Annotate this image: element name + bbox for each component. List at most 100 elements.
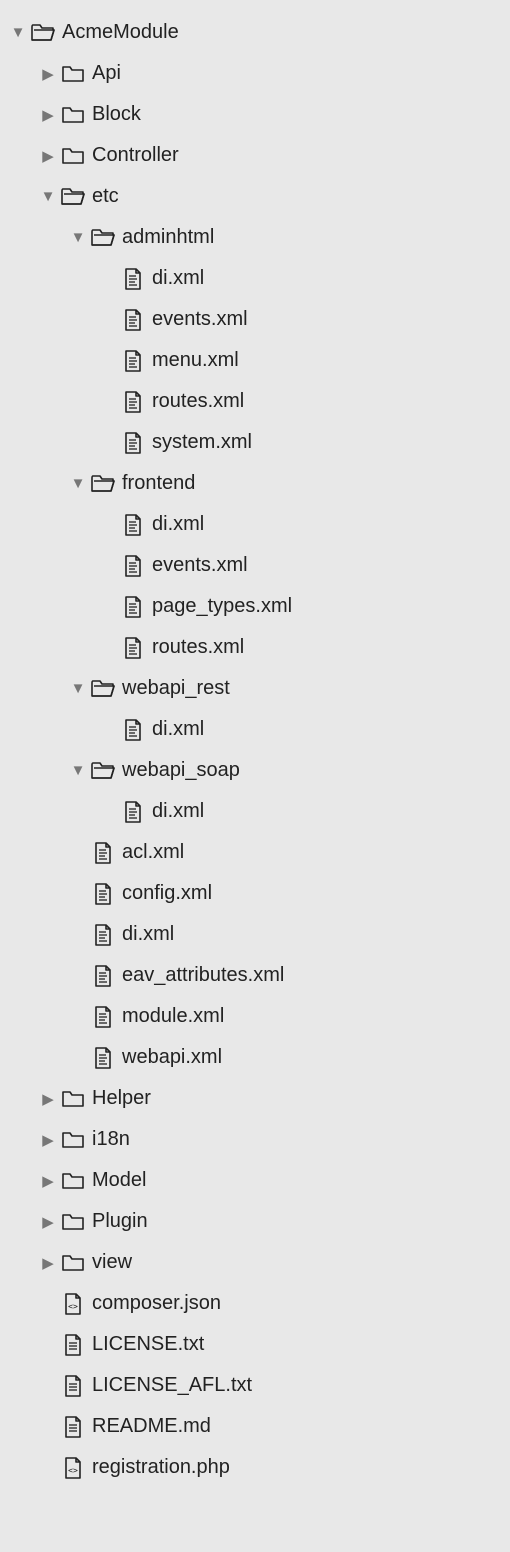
disclosure-right-icon[interactable]: ▶ (38, 106, 58, 124)
folder-closed-icon (58, 1212, 88, 1232)
disclosure-right-icon[interactable]: ▶ (38, 1254, 58, 1272)
tree-item-label: view (88, 1251, 132, 1274)
disclosure-right-icon[interactable]: ▶ (38, 1213, 58, 1231)
tree-item-label: registration.php (88, 1456, 230, 1479)
tree-item-label: i18n (88, 1128, 130, 1151)
folder-closed-icon (58, 146, 88, 166)
folder-open-icon (88, 761, 118, 781)
file-tree: ▼AcmeModule▶Api▶Block▶Controller▼etc▼adm… (8, 12, 502, 1488)
tree-row[interactable]: ▶ Model (8, 1160, 502, 1201)
folder-open-icon (88, 228, 118, 248)
tree-item-label: di.xml (148, 513, 204, 536)
tree-row[interactable]: ▶events.xml (8, 545, 502, 586)
tree-row[interactable]: ▶di.xml (8, 914, 502, 955)
tree-row[interactable]: ▶ i18n (8, 1119, 502, 1160)
folder-closed-icon (58, 64, 88, 84)
tree-row[interactable]: ▶LICENSE_AFL.txt (8, 1365, 502, 1406)
disclosure-down-icon[interactable]: ▼ (68, 475, 88, 492)
tree-row[interactable]: ▶events.xml (8, 299, 502, 340)
folder-closed-icon (58, 1130, 88, 1150)
tree-item-label: LICENSE.txt (88, 1333, 204, 1356)
tree-row[interactable]: ▶<>composer.json (8, 1283, 502, 1324)
tree-item-label: Model (88, 1169, 146, 1192)
folder-closed-icon (58, 1089, 88, 1109)
tree-item-label: module.xml (118, 1005, 224, 1028)
tree-row[interactable]: ▶page_types.xml (8, 586, 502, 627)
folder-open-icon (58, 187, 88, 207)
tree-row[interactable]: ▼ AcmeModule (8, 12, 502, 53)
file-xml-icon (118, 718, 148, 742)
disclosure-down-icon[interactable]: ▼ (8, 24, 28, 41)
file-xml-icon (88, 923, 118, 947)
tree-item-label: webapi_rest (118, 677, 230, 700)
tree-item-label: events.xml (148, 308, 248, 331)
tree-row[interactable]: ▶README.md (8, 1406, 502, 1447)
tree-row[interactable]: ▶ Block (8, 94, 502, 135)
tree-row[interactable]: ▶config.xml (8, 873, 502, 914)
disclosure-right-icon[interactable]: ▶ (38, 65, 58, 83)
file-xml-icon (118, 390, 148, 414)
file-xml-icon (88, 1046, 118, 1070)
tree-row[interactable]: ▶webapi.xml (8, 1037, 502, 1078)
disclosure-down-icon[interactable]: ▼ (68, 680, 88, 697)
disclosure-down-icon[interactable]: ▼ (68, 229, 88, 246)
tree-item-label: system.xml (148, 431, 252, 454)
tree-item-label: webapi.xml (118, 1046, 222, 1069)
tree-row[interactable]: ▼webapi_soap (8, 750, 502, 791)
tree-row[interactable]: ▶di.xml (8, 791, 502, 832)
disclosure-right-icon[interactable]: ▶ (38, 147, 58, 165)
tree-row[interactable]: ▶eav_attributes.xml (8, 955, 502, 996)
file-xml-icon (118, 349, 148, 373)
tree-row[interactable]: ▶<>registration.php (8, 1447, 502, 1488)
tree-row[interactable]: ▶Plugin (8, 1201, 502, 1242)
file-text-icon (58, 1333, 88, 1357)
tree-row[interactable]: ▶LICENSE.txt (8, 1324, 502, 1365)
tree-row[interactable]: ▼ frontend (8, 463, 502, 504)
tree-item-label: events.xml (148, 554, 248, 577)
tree-item-label: page_types.xml (148, 595, 292, 618)
file-xml-icon (88, 841, 118, 865)
tree-row[interactable]: ▶menu.xml (8, 340, 502, 381)
tree-row[interactable]: ▶di.xml (8, 709, 502, 750)
tree-row[interactable]: ▼ webapi_rest (8, 668, 502, 709)
disclosure-right-icon[interactable]: ▶ (38, 1172, 58, 1190)
tree-row[interactable]: ▶di.xml (8, 258, 502, 299)
tree-item-label: di.xml (148, 718, 204, 741)
tree-item-label: routes.xml (148, 390, 244, 413)
file-xml-icon (118, 636, 148, 660)
tree-item-label: Controller (88, 144, 179, 167)
tree-row[interactable]: ▶Api (8, 53, 502, 94)
svg-text:<>: <> (68, 1466, 78, 1475)
folder-closed-icon (58, 1171, 88, 1191)
tree-item-label: frontend (118, 472, 195, 495)
tree-item-label: routes.xml (148, 636, 244, 659)
tree-row[interactable]: ▶routes.xml (8, 627, 502, 668)
disclosure-down-icon[interactable]: ▼ (38, 188, 58, 205)
tree-row[interactable]: ▶routes.xml (8, 381, 502, 422)
file-code-icon: <> (58, 1292, 88, 1316)
tree-row[interactable]: ▶ Controller (8, 135, 502, 176)
tree-row[interactable]: ▶ Helper (8, 1078, 502, 1119)
disclosure-down-icon[interactable]: ▼ (68, 762, 88, 779)
tree-row[interactable]: ▶ view (8, 1242, 502, 1283)
tree-row[interactable]: ▶module.xml (8, 996, 502, 1037)
tree-row[interactable]: ▼etc (8, 176, 502, 217)
file-xml-icon (88, 964, 118, 988)
folder-open-icon (88, 679, 118, 699)
folder-closed-icon (58, 1253, 88, 1273)
tree-item-label: acl.xml (118, 841, 184, 864)
disclosure-right-icon[interactable]: ▶ (38, 1131, 58, 1149)
tree-item-label: Helper (88, 1087, 151, 1110)
file-xml-icon (118, 431, 148, 455)
folder-open-icon (28, 23, 58, 43)
tree-row[interactable]: ▼adminhtml (8, 217, 502, 258)
tree-item-label: AcmeModule (58, 21, 179, 44)
tree-row[interactable]: ▶acl.xml (8, 832, 502, 873)
disclosure-right-icon[interactable]: ▶ (38, 1090, 58, 1108)
file-xml-icon (118, 554, 148, 578)
file-xml-icon (88, 882, 118, 906)
tree-item-label: Block (88, 103, 141, 126)
tree-row[interactable]: ▶di.xml (8, 504, 502, 545)
tree-item-label: README.md (88, 1415, 211, 1438)
tree-row[interactable]: ▶system.xml (8, 422, 502, 463)
